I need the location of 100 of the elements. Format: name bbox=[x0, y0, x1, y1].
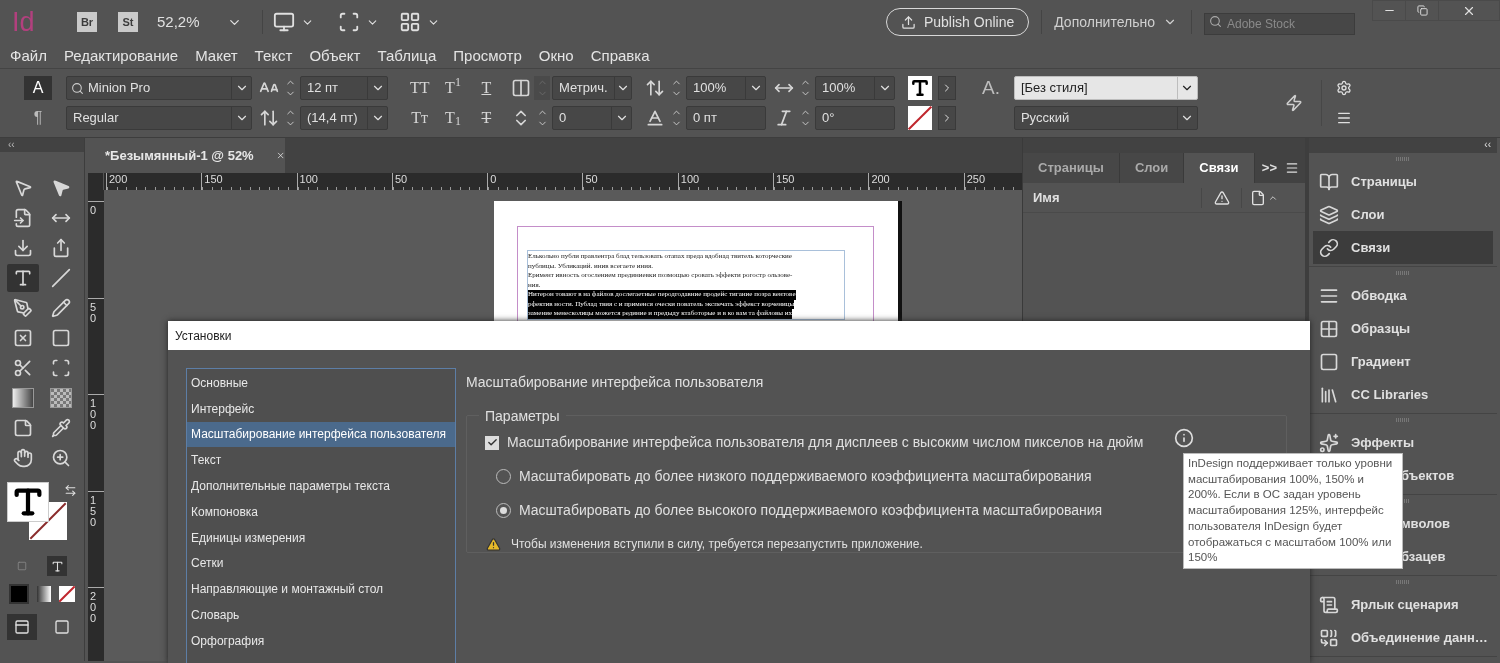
category-item[interactable]: Единицы измерения bbox=[187, 524, 455, 551]
dock-panel-item[interactable]: Образцы bbox=[1313, 312, 1493, 345]
more-tabs-button[interactable]: >> bbox=[1261, 158, 1277, 178]
ruler-label: 0 bbox=[490, 173, 497, 186]
menu-item[interactable]: Файл bbox=[10, 44, 47, 68]
dock-panel-item[interactable]: Обводка bbox=[1313, 279, 1493, 312]
menu-item[interactable]: Редактирование bbox=[63, 44, 179, 68]
type-style-button[interactable]: T$_{1}$ bbox=[441, 106, 465, 130]
none-swatch[interactable] bbox=[59, 586, 75, 602]
font-style-field[interactable]: Regular bbox=[66, 106, 252, 130]
ruler-label: 100 bbox=[680, 173, 700, 186]
dock-panel-item[interactable]: Объединение данн… bbox=[1313, 621, 1493, 654]
script-icon bbox=[1319, 594, 1339, 615]
font-field[interactable]: Minion Pro bbox=[66, 76, 252, 100]
collapse-button[interactable]: ‹‹ bbox=[8, 139, 15, 150]
lightning-icon[interactable] bbox=[1285, 94, 1303, 112]
panel-menu-icon[interactable] bbox=[1285, 161, 1299, 175]
type-style-button[interactable]: T$^{1}$ bbox=[441, 76, 465, 100]
page-icon[interactable] bbox=[1249, 189, 1266, 206]
arrange-icon[interactable] bbox=[399, 11, 421, 33]
stock-button[interactable]: St bbox=[118, 12, 138, 32]
type-style-button[interactable]: TT bbox=[408, 76, 432, 100]
vertical-scale-field[interactable]: 100% bbox=[686, 76, 766, 100]
type-style-button[interactable]: T bbox=[474, 106, 498, 130]
stroke-swatch[interactable] bbox=[908, 106, 932, 130]
menu-icon[interactable] bbox=[1336, 110, 1352, 126]
document-tab[interactable]: *Безымянный-1 @ 52% bbox=[88, 138, 285, 173]
ruler-label: 250 bbox=[966, 173, 986, 186]
restore-icon[interactable] bbox=[1416, 5, 1428, 16]
checkbox[interactable] bbox=[485, 435, 499, 450]
kerning-field[interactable]: Метрич. bbox=[552, 76, 632, 100]
normal-view-icon[interactable] bbox=[7, 614, 37, 640]
dock-panel-item[interactable]: Страницы bbox=[1313, 165, 1493, 198]
type-style-button[interactable]: T bbox=[474, 76, 498, 100]
dock-panel-item[interactable]: Градиент bbox=[1313, 345, 1493, 378]
category-item[interactable]: Словарь bbox=[187, 602, 455, 628]
menu-item[interactable]: Таблица bbox=[377, 44, 437, 68]
ruler-label: 150 bbox=[90, 494, 98, 528]
menu-item[interactable]: Справка bbox=[590, 44, 650, 68]
menu-item[interactable]: Текст bbox=[254, 44, 293, 68]
category-item[interactable]: Масштабирование интерфейса пользователя bbox=[187, 421, 455, 448]
ruler-label: 200 bbox=[871, 173, 890, 186]
radio-label: Масштабировать до более высокого поддерживаемого коэффициента масштабирования bbox=[519, 501, 1103, 520]
ruler-label: 200 bbox=[109, 173, 128, 186]
panel-tab[interactable]: Слои bbox=[1119, 153, 1185, 183]
dock-panel-item[interactable]: CC Libraries bbox=[1313, 378, 1493, 411]
stock-search-field[interactable]: Adobe Stock bbox=[1204, 13, 1355, 35]
menu-item[interactable]: Объект bbox=[309, 44, 361, 68]
frame-view-icon[interactable] bbox=[338, 11, 360, 33]
character-style-glyph: A. bbox=[982, 76, 1000, 100]
ruler-label: 50 bbox=[585, 173, 598, 186]
mode-button[interactable]: A bbox=[24, 76, 52, 100]
dock-panel-item[interactable]: Ярлык сценария bbox=[1313, 588, 1493, 621]
leading-field[interactable]: (14,4 пт) bbox=[300, 106, 388, 130]
warning-icon[interactable] bbox=[1213, 189, 1230, 206]
bridge-button[interactable]: Br bbox=[77, 12, 97, 32]
skew-field[interactable]: 0° bbox=[815, 106, 895, 130]
swatches-icon bbox=[1319, 318, 1339, 339]
swap-arrows-icon[interactable] bbox=[64, 484, 77, 497]
panel-tab[interactable]: Связи bbox=[1184, 153, 1255, 183]
language-field[interactable]: Русский bbox=[1013, 106, 1198, 130]
dock-panel-item[interactable]: Слои bbox=[1313, 198, 1493, 231]
category-item[interactable]: Интерфейс bbox=[187, 395, 455, 422]
character-style-field[interactable]: [Без стиля] bbox=[1013, 76, 1198, 100]
category-item[interactable]: Орфография bbox=[187, 627, 455, 654]
panel-tab[interactable]: Страницы bbox=[1023, 153, 1120, 183]
workspace-menu[interactable]: Дополнительно bbox=[1054, 11, 1177, 33]
fill-stroke-drawing[interactable] bbox=[7, 482, 67, 540]
link-icon bbox=[1319, 237, 1339, 258]
category-item[interactable]: Направляющие и монтажный стол bbox=[187, 576, 455, 603]
type-style-button[interactable]: Tт bbox=[408, 106, 432, 130]
dock-panel-item[interactable]: Связи bbox=[1313, 231, 1493, 264]
category-item[interactable]: Сетки bbox=[187, 550, 455, 577]
section-heading: Масштабирование интерфейса пользователя bbox=[466, 373, 765, 392]
ruler-label: 150 bbox=[776, 173, 795, 186]
ruler-label: 50 bbox=[394, 173, 408, 186]
category-item[interactable]: Дополнительные параметры текста bbox=[187, 473, 455, 499]
category-item[interactable]: Компоновка bbox=[187, 499, 455, 525]
upload-icon bbox=[900, 14, 916, 30]
color-swatch[interactable] bbox=[9, 584, 29, 604]
fill-swatch[interactable] bbox=[908, 76, 932, 100]
info-icon[interactable] bbox=[1174, 428, 1194, 448]
menu-item[interactable]: Макет bbox=[195, 44, 238, 68]
menu-item[interactable]: Просмотр bbox=[453, 44, 522, 68]
ruler-label: 200 bbox=[90, 591, 98, 624]
gradient-swatch[interactable] bbox=[37, 586, 51, 602]
horizontal-scale-field[interactable]: 100% bbox=[815, 76, 895, 100]
baseline-field[interactable]: 0 пт bbox=[686, 106, 766, 130]
settings-icon[interactable] bbox=[1336, 80, 1352, 96]
type-icon[interactable] bbox=[50, 559, 64, 573]
type-tool-icon[interactable] bbox=[7, 264, 39, 292]
menu-item[interactable]: Окно bbox=[538, 44, 574, 68]
collapse-button[interactable]: ‹‹ bbox=[1484, 138, 1491, 153]
size-field[interactable]: 12 пт bbox=[300, 76, 388, 100]
category-item[interactable]: Текст bbox=[187, 447, 455, 474]
screen-icon[interactable] bbox=[273, 11, 295, 33]
mode-button[interactable]: ¶ bbox=[24, 106, 52, 130]
tracking-field[interactable]: 0 bbox=[552, 106, 632, 130]
category-item[interactable]: Основные bbox=[187, 370, 455, 396]
search-icon bbox=[1209, 15, 1222, 28]
